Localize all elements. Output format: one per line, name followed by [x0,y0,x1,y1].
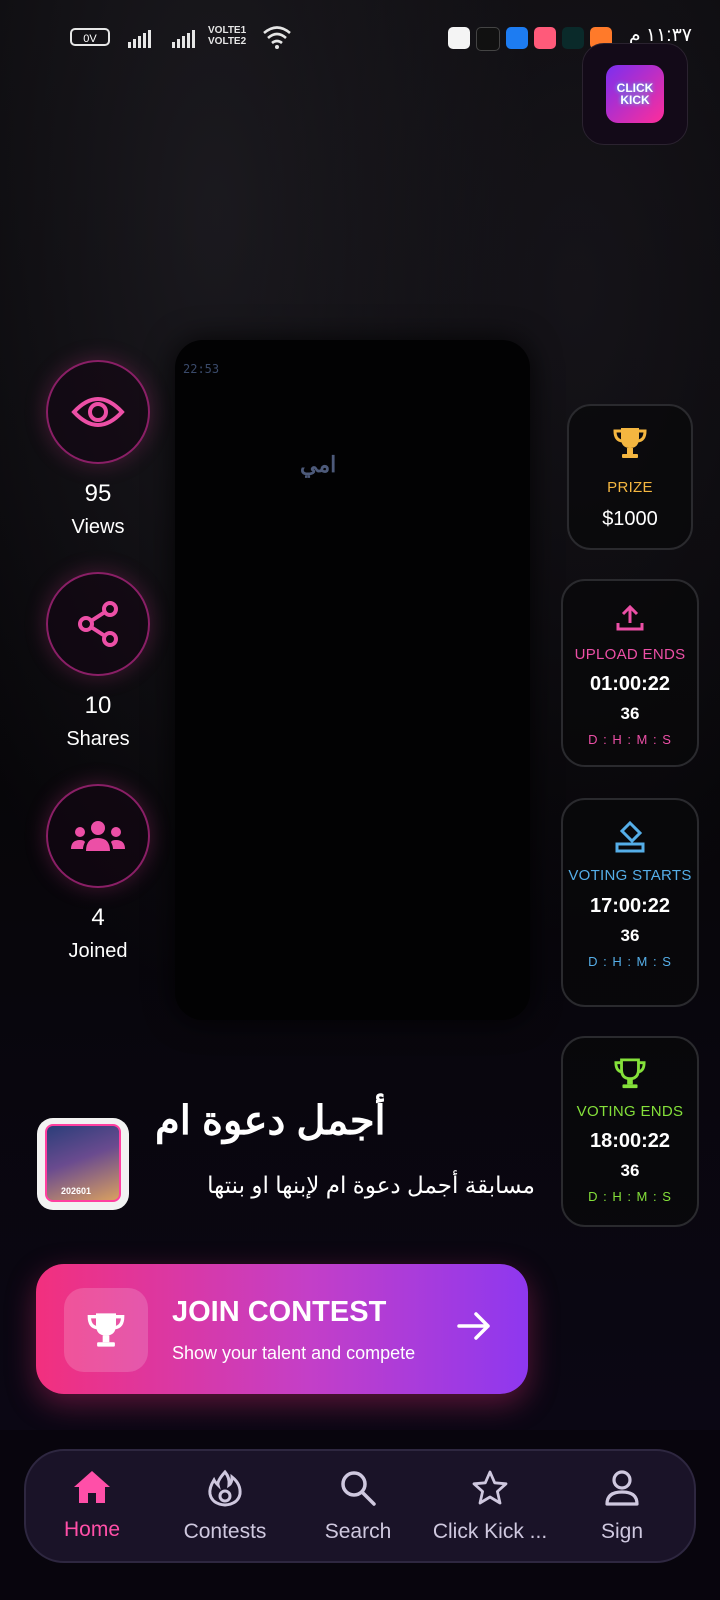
ballot-icon [615,820,645,853]
notification-app-icon [448,27,470,49]
nav-click-kick[interactable]: Click Kick ... [424,1469,556,1544]
eye-icon [71,397,125,427]
contest-thumbnail[interactable]: 202601 [37,1118,129,1210]
nav-home[interactable]: Home [26,1469,158,1542]
trophy-icon [87,1313,125,1347]
contest-title: أجمل دعوة ام [155,1099,386,1143]
user-icon [605,1470,639,1506]
views-stat[interactable]: 95 Views [46,360,150,539]
voting-ends-card: VOTING ENDS 18:00:22 36 D : H : M : S [561,1036,699,1227]
app-logo[interactable]: CLICK KICK [582,43,688,145]
upload-ends-time: 01:00:22 [589,673,671,695]
search-icon [341,1471,376,1506]
prize-value: $1000 [602,508,658,530]
notification-icons [448,27,612,51]
joined-label: Joined [68,940,128,962]
join-contest-subtitle: Show your talent and compete [172,1343,416,1363]
volte-indicator: VOLTE1 VOLTE2 [208,25,247,47]
voting-ends-unit: D : H : M : S [588,1189,672,1204]
voting-ends-title: VOTING ENDS [576,1103,684,1120]
wifi-icon [263,26,291,49]
joined-count: 4 [91,904,105,931]
voting-starts-unit: D : H : M : S [588,954,672,969]
video-content: 22:53 امي [175,340,530,1020]
join-trophy-badge [64,1288,148,1372]
voting-starts-title: VOTING STARTS [568,867,692,884]
joined-stat[interactable]: 4 Joined [46,784,150,963]
voting-ends-time: 18:00:22 [589,1130,671,1152]
trophy-icon [613,428,647,458]
signal-icon [128,28,151,48]
app-icon-2 [562,27,584,49]
shares-stat[interactable]: 10 Shares [46,572,150,751]
shares-count: 10 [84,692,112,719]
joined-button[interactable] [46,784,150,888]
bottom-navigation: Home Contests Search Click Kick ... Sign [24,1449,696,1563]
arrow-right-icon [457,1312,490,1340]
views-button[interactable] [46,360,150,464]
views-label: Views [71,516,125,538]
voting-ends-days: 36 [620,1161,640,1180]
nav-sign-label: Sign [600,1520,644,1543]
voting-starts-time: 17:00:22 [589,895,671,917]
nav-contests-label: Contests [183,1520,267,1543]
voting-starts-card: VOTING STARTS 17:00:22 36 D : H : M : S [561,798,699,1007]
nav-search[interactable]: Search [292,1469,424,1544]
group-icon [71,821,125,851]
nav-sign[interactable]: Sign [556,1469,688,1544]
shares-label: Shares [66,728,130,750]
contest-description: مسابقة أجمل دعوة ام لإبنها او بنتها [207,1172,535,1198]
battery-icon: 0V [70,28,110,46]
join-contest-label: JOIN CONTEST [172,1296,387,1328]
prize-title: PRIZE [607,479,653,496]
click-kick-logo: CLICK KICK [606,65,664,123]
share-icon [78,601,118,647]
video-phone-time: 22:53 [183,362,220,376]
upload-ends-unit: D : H : M : S [588,732,672,747]
voting-starts-days: 36 [620,926,640,945]
fire-icon [208,1469,242,1507]
home-icon [74,1471,110,1503]
signal-icon-2 [172,28,195,48]
prize-card: PRIZE $1000 [567,404,693,550]
upload-ends-days: 36 [620,704,640,723]
messenger-icon [506,27,528,49]
nav-home-label: Home [63,1518,121,1541]
upload-ends-title: UPLOAD ENDS [574,646,686,663]
nav-search-label: Search [324,1520,392,1543]
star-icon [472,1470,508,1505]
contest-thumbnail-year: 202601 [61,1186,92,1196]
video-phone-text: امي [300,452,337,477]
upload-icon [616,604,644,631]
app-icon [534,27,556,49]
tiktok-icon [476,27,500,51]
views-count: 95 [84,480,112,507]
join-contest-button[interactable]: JOIN CONTEST Show your talent and compet… [36,1264,528,1394]
nav-contests[interactable]: Contests [159,1469,291,1544]
nav-click-kick-label: Click Kick ... [432,1520,548,1543]
share-button[interactable] [46,572,150,676]
upload-ends-card: UPLOAD ENDS 01:00:22 36 D : H : M : S [561,579,699,767]
trophy-icon [614,1058,646,1089]
